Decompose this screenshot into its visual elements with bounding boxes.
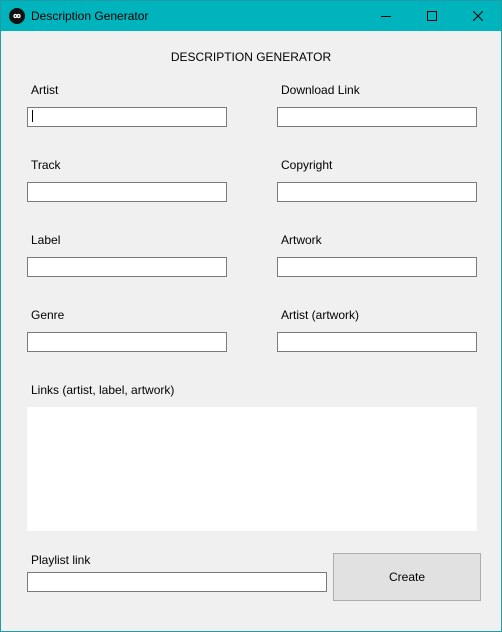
download-link-field[interactable] [277, 107, 477, 127]
links-label: Links (artist, label, artwork) [31, 383, 175, 397]
label-label: Label [31, 233, 61, 247]
copyright-label: Copyright [281, 158, 333, 172]
artwork-field[interactable] [277, 257, 477, 277]
copyright-field[interactable] [277, 182, 477, 202]
artist-artwork-field[interactable] [277, 332, 477, 352]
playlist-link-label: Playlist link [31, 553, 91, 567]
maximize-icon [427, 11, 437, 21]
close-button[interactable] [455, 1, 501, 31]
artist-label: Artist [31, 83, 59, 97]
app-window: Description Generator DESCRIPTION GENERA… [0, 0, 502, 632]
track-label: Track [31, 158, 61, 172]
genre-field[interactable] [27, 332, 227, 352]
close-icon [473, 11, 483, 21]
download-link-label: Download Link [281, 83, 360, 97]
form-heading: DESCRIPTION GENERATOR [170, 50, 332, 64]
infinity-logo-icon [9, 8, 25, 24]
links-textarea[interactable] [27, 407, 477, 531]
window-title: Description Generator [31, 9, 149, 23]
genre-label: Genre [31, 308, 65, 322]
artist-field[interactable] [27, 107, 227, 127]
title-bar[interactable]: Description Generator [1, 1, 501, 31]
playlist-link-field[interactable] [27, 572, 327, 592]
label-field[interactable] [27, 257, 227, 277]
minimize-icon [381, 16, 391, 17]
artwork-label: Artwork [281, 233, 322, 247]
maximize-button[interactable] [409, 1, 455, 31]
artist-artwork-label: Artist (artwork) [281, 308, 359, 322]
minimize-button[interactable] [363, 1, 409, 31]
create-button[interactable]: Create [333, 553, 481, 601]
text-caret [32, 110, 33, 122]
track-field[interactable] [27, 182, 227, 202]
